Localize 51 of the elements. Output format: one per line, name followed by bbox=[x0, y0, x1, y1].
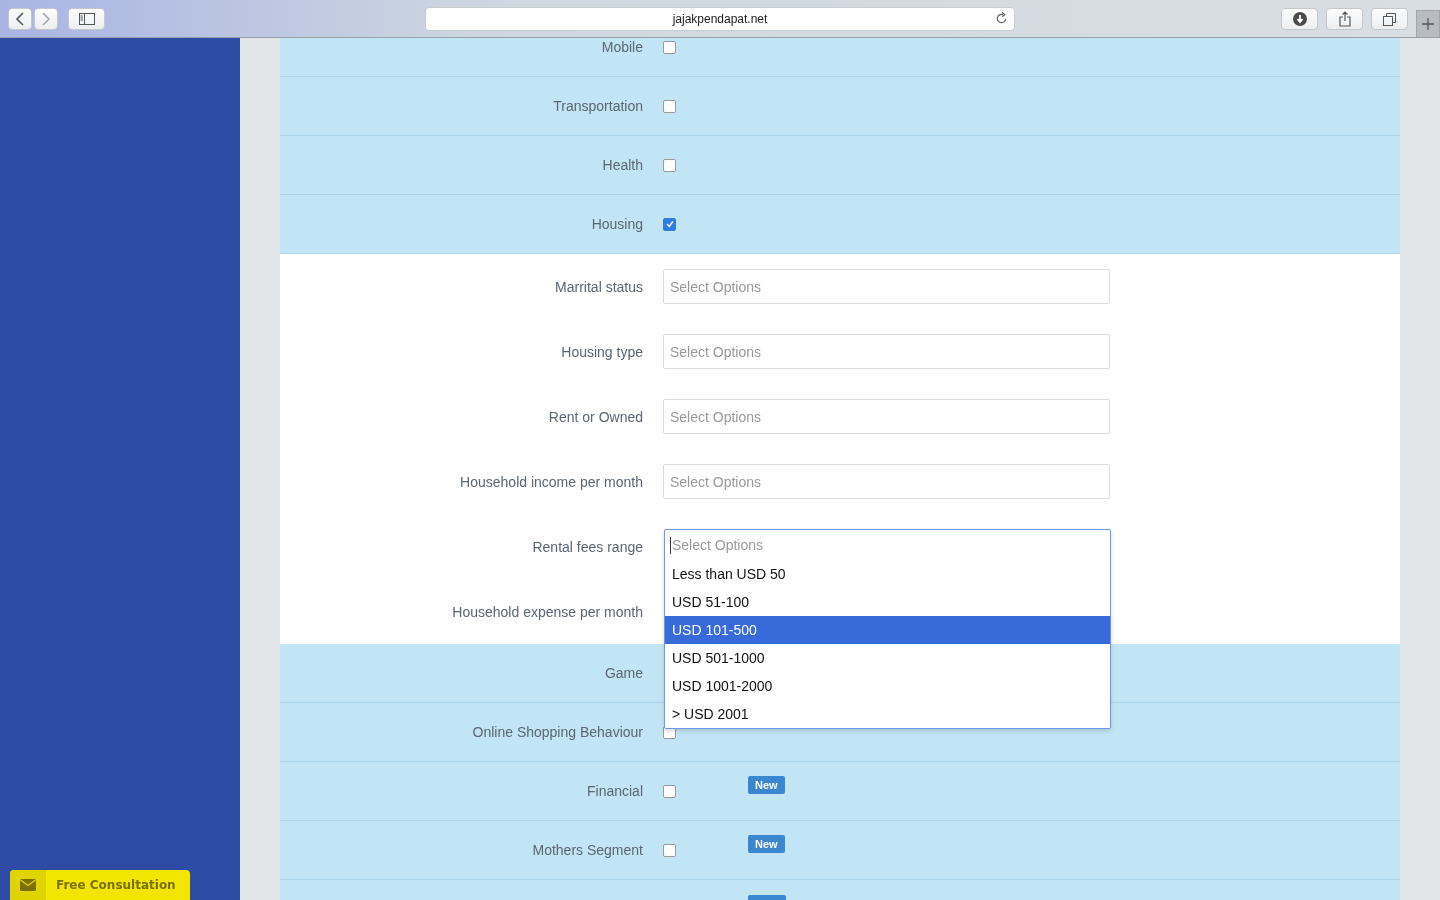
plus-icon bbox=[1422, 18, 1434, 30]
field-label: Housing type bbox=[560, 343, 643, 360]
tabs-icon bbox=[1383, 12, 1396, 26]
free-consultation-button[interactable]: Free Consultation bbox=[10, 870, 190, 900]
field-label: Online Shopping Behaviour bbox=[471, 724, 643, 740]
checkbox[interactable] bbox=[663, 99, 676, 113]
field-label: Game bbox=[603, 665, 643, 681]
checkbox[interactable] bbox=[663, 158, 676, 172]
select-field[interactable]: Select Options bbox=[663, 269, 1110, 304]
checkbox[interactable] bbox=[663, 217, 676, 231]
field-label: Rental fees range bbox=[531, 538, 643, 555]
select-field[interactable]: Select Options bbox=[663, 464, 1110, 499]
back-icon bbox=[15, 12, 25, 26]
back-button[interactable] bbox=[8, 8, 32, 30]
checkbox[interactable] bbox=[663, 843, 676, 857]
checkbox[interactable] bbox=[663, 40, 676, 54]
mail-icon bbox=[20, 879, 36, 891]
download-button[interactable] bbox=[1281, 8, 1318, 30]
dropdown-option[interactable]: USD 1001-2000 bbox=[665, 672, 1110, 700]
dropdown-option[interactable]: USD 501-1000 bbox=[665, 644, 1110, 672]
forward-icon bbox=[41, 12, 51, 26]
dropdown-option[interactable]: Less than USD 50 bbox=[665, 560, 1110, 588]
field-label: Transportation bbox=[552, 98, 643, 114]
url-text: jajakpendapat.net bbox=[672, 12, 768, 26]
field-label: Household income per month bbox=[459, 473, 643, 490]
sidebar-icon bbox=[78, 13, 95, 25]
field-label: Household expense per month bbox=[451, 603, 643, 620]
select-field[interactable]: Select Options bbox=[663, 399, 1110, 434]
field-label: Health bbox=[601, 157, 643, 173]
select-field[interactable]: Select Options bbox=[663, 334, 1110, 369]
field-label: Financial bbox=[585, 783, 643, 799]
dropdown-option[interactable]: USD 101-500 bbox=[665, 616, 1110, 644]
share-icon bbox=[1338, 11, 1351, 27]
share-button[interactable] bbox=[1326, 8, 1363, 30]
field-label: Mothers Segment bbox=[531, 842, 643, 858]
select-field[interactable]: Select Options bbox=[665, 530, 1110, 560]
field-label: Mobile bbox=[600, 39, 643, 55]
checkbox[interactable] bbox=[663, 784, 676, 798]
new-badge: New bbox=[748, 776, 785, 794]
field-label: Housing bbox=[590, 216, 643, 232]
new-tab-button[interactable] bbox=[1416, 10, 1440, 37]
sidebar-toggle-button[interactable] bbox=[68, 8, 105, 30]
reload-icon[interactable] bbox=[995, 12, 1008, 25]
new-badge: New bbox=[748, 835, 785, 853]
field-label: Marrital status bbox=[554, 278, 643, 295]
dropdown-option[interactable]: USD 51-100 bbox=[665, 588, 1110, 616]
field-label: Rent or Owned bbox=[547, 408, 643, 425]
address-bar[interactable]: jajakpendapat.net bbox=[425, 7, 1015, 31]
dropdown-option[interactable]: > USD 2001 bbox=[665, 700, 1110, 728]
download-icon bbox=[1292, 12, 1307, 26]
tabs-button[interactable] bbox=[1371, 8, 1408, 30]
